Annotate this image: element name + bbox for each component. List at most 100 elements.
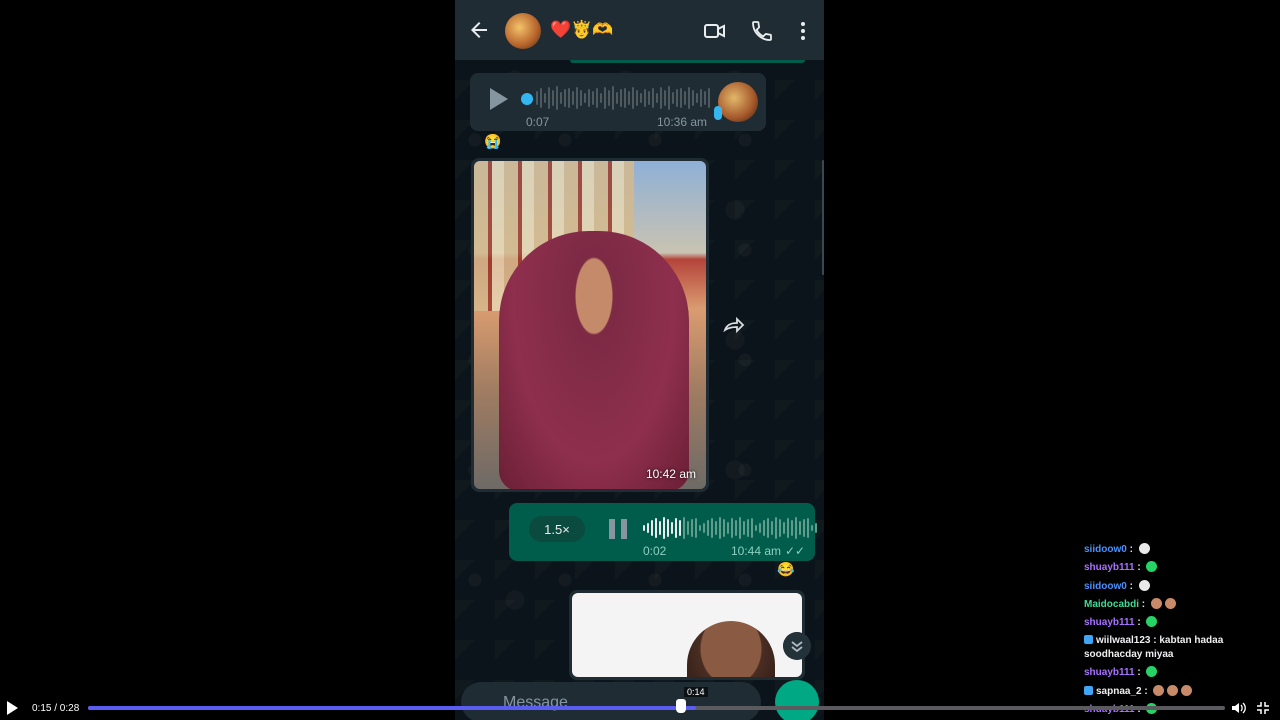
video-thumbnail[interactable]: 10:42 am <box>474 161 706 489</box>
user-badge-icon <box>1084 685 1093 695</box>
chat-message: shuayb111 : <box>1084 664 1280 682</box>
waveform-bar <box>604 87 606 109</box>
waveform-bar <box>763 520 765 536</box>
waveform-bar <box>652 88 654 108</box>
sender-avatar <box>718 82 758 122</box>
waveform-bar <box>779 519 781 537</box>
waveform-bar <box>564 89 566 107</box>
waveform-bar <box>680 88 682 108</box>
waveform-bar <box>644 89 646 107</box>
waveform-bar <box>775 517 777 539</box>
waveform-bar <box>552 90 554 106</box>
waveform-bar <box>651 520 653 536</box>
play-icon[interactable] <box>7 701 18 715</box>
video-thumbnail-2[interactable] <box>572 593 802 677</box>
scroll-to-bottom-icon[interactable] <box>783 632 811 660</box>
mouse-cursor <box>676 699 686 713</box>
phone-call-icon[interactable] <box>750 19 774 43</box>
waveform-bar <box>675 518 677 538</box>
voice-timestamp-out: 10:44 am <box>731 544 782 558</box>
reaction-emoji-2[interactable]: 😂 <box>777 561 794 578</box>
contact-avatar[interactable] <box>505 13 541 49</box>
contact-name[interactable]: ❤️🤴🫶 <box>550 20 614 40</box>
waveform-bar <box>715 521 717 535</box>
chat-message: shuayb111 : <box>1084 614 1280 632</box>
waveform-bar <box>548 87 550 109</box>
voice-scrubber-dot[interactable] <box>521 93 533 105</box>
video-call-icon[interactable] <box>703 19 727 43</box>
waveform-bar <box>807 518 809 538</box>
waveform-bar <box>692 90 694 106</box>
waveform-bar <box>655 518 657 538</box>
waveform-bar <box>608 90 610 106</box>
chat-colon: : <box>1139 598 1148 610</box>
waveform-bar <box>660 87 662 109</box>
chat-emote-icon <box>1167 684 1179 696</box>
waveform-bar <box>699 525 701 531</box>
waveform-bar <box>708 88 710 108</box>
waveform-bar <box>556 86 558 110</box>
waveform-bar <box>643 525 645 531</box>
chat-username[interactable]: shuayb111 <box>1084 617 1135 628</box>
waveform-bar <box>664 90 666 106</box>
waveform-bar <box>795 517 797 539</box>
seek-bar[interactable] <box>88 706 1225 710</box>
waveform-bar <box>727 522 729 534</box>
chat-username[interactable]: Maidocabdi <box>1084 599 1139 610</box>
play-icon[interactable] <box>490 88 508 110</box>
chat-colon: : <box>1134 562 1144 574</box>
voice-waveform[interactable] <box>536 85 710 111</box>
chat-username[interactable]: wiilwaal123 <box>1096 635 1150 646</box>
video-message-2[interactable] <box>569 590 805 680</box>
waveform-bar <box>803 519 805 537</box>
more-vertical-icon[interactable] <box>791 19 815 43</box>
waveform-bar <box>679 520 681 536</box>
video-message[interactable]: 10:42 am <box>471 158 709 492</box>
waveform-bar <box>676 89 678 107</box>
waveform-bar <box>647 523 649 533</box>
waveform-bar <box>588 89 590 107</box>
volume-icon[interactable] <box>1231 701 1247 715</box>
back-arrow-icon[interactable] <box>467 18 491 42</box>
reaction-emoji[interactable]: 😭 <box>484 133 501 150</box>
waveform-bar <box>815 523 817 533</box>
chat-message: Maidocabdi : <box>1084 596 1280 614</box>
chat-emote-icon <box>1150 597 1162 609</box>
chat-username[interactable]: siidoow0 <box>1084 581 1127 592</box>
chat-colon: : <box>1134 667 1144 679</box>
scrollbar-thumb[interactable] <box>822 160 824 275</box>
waveform-bar <box>580 90 582 106</box>
exit-fullscreen-icon[interactable] <box>1256 701 1270 715</box>
chat-username[interactable]: sapnaa_2 <box>1096 686 1142 697</box>
waveform-bar <box>687 521 689 535</box>
chat-emote-icon <box>1138 543 1150 554</box>
waveform-bar <box>704 91 706 105</box>
chat-username[interactable]: shuayb111 <box>1084 562 1135 573</box>
chat-emote-icon <box>1181 684 1193 696</box>
voice-position: 0:02 <box>643 544 667 558</box>
waveform-bar <box>671 522 673 534</box>
waveform-bar <box>703 523 705 533</box>
waveform-bar <box>600 93 602 103</box>
waveform-bar <box>663 517 665 539</box>
chat-emote-icon <box>1146 616 1158 628</box>
chat-username[interactable]: shuayb111 <box>1084 667 1135 678</box>
waveform-bar <box>616 92 618 104</box>
previous-message-edge <box>570 60 805 63</box>
chat-message: shuayb111 : <box>1084 559 1280 577</box>
waveform-bar <box>584 93 586 103</box>
chat-username[interactable]: siidoow0 <box>1084 544 1127 555</box>
pause-icon[interactable] <box>609 519 627 539</box>
playback-speed-button[interactable]: 1.5× <box>529 516 585 542</box>
video-person-2 <box>687 621 775 677</box>
waveform-bar <box>632 87 634 109</box>
waveform-bar <box>648 91 650 105</box>
waveform-bar <box>747 519 749 537</box>
voice-waveform-out[interactable] <box>643 515 817 541</box>
waveform-bar <box>771 521 773 535</box>
chat-colon: : <box>1126 580 1136 592</box>
video-player-controls: 0:15 / 0:28 <box>0 698 1280 720</box>
seek-bar-progress <box>88 706 697 710</box>
forward-icon[interactable] <box>723 316 745 334</box>
waveform-bar <box>783 522 785 534</box>
